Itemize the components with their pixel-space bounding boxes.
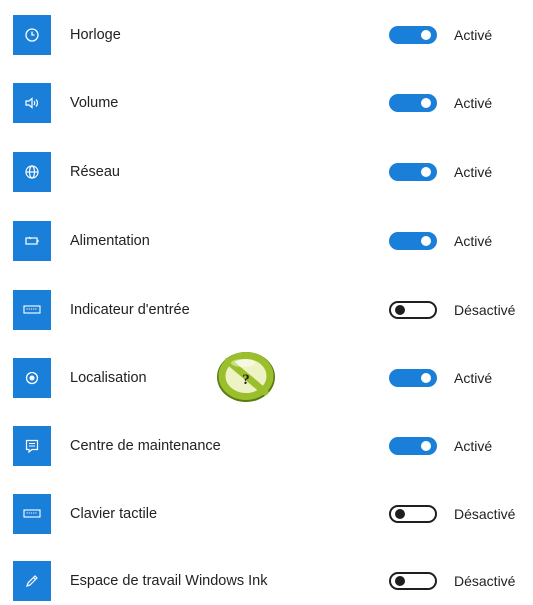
toggle-switch[interactable] <box>389 94 437 112</box>
setting-label: Alimentation <box>70 233 150 249</box>
toggle-state-text: Désactivé <box>454 506 516 522</box>
speaker-icon <box>13 83 51 123</box>
toggle-knob <box>395 576 405 586</box>
toggle-state-text: Activé <box>454 438 493 454</box>
setting-label: Réseau <box>70 164 120 180</box>
toggle-knob <box>395 305 405 315</box>
setting-label: Volume <box>70 95 119 111</box>
toggle-switch[interactable] <box>389 301 437 319</box>
toggle-knob <box>421 373 431 383</box>
no-entry-icon: ? <box>213 346 279 406</box>
toggle-knob <box>421 236 431 246</box>
pen-icon <box>13 561 51 601</box>
toggle-switch[interactable] <box>389 505 437 523</box>
setting-label: Horloge <box>70 27 121 43</box>
setting-label: Indicateur d'entrée <box>70 302 190 318</box>
setting-label: Centre de maintenance <box>70 438 221 454</box>
toggle-knob <box>421 30 431 40</box>
toggle-state-text: Désactivé <box>454 573 516 589</box>
setting-row-horloge: Horloge Activé <box>0 15 533 59</box>
keyboard-icon <box>13 494 51 534</box>
toggle-knob <box>395 509 405 519</box>
globe-icon <box>13 152 51 192</box>
setting-row-clavier-tactile: Clavier tactile Désactivé <box>0 494 533 538</box>
toggle-switch[interactable] <box>389 26 437 44</box>
setting-row-alimentation: Alimentation Activé <box>0 221 533 265</box>
toggle-knob <box>421 441 431 451</box>
setting-row-volume: Volume Activé <box>0 83 533 127</box>
setting-row-reseau: Réseau Activé <box>0 152 533 196</box>
toggle-switch[interactable] <box>389 163 437 181</box>
action-center-icon <box>13 426 51 466</box>
setting-row-centre-maintenance: Centre de maintenance Activé <box>0 426 533 470</box>
toggle-state-text: Activé <box>454 27 493 43</box>
toggle-state-text: Désactivé <box>454 302 516 318</box>
toggle-state-text: Activé <box>454 233 493 249</box>
toggle-switch[interactable] <box>389 572 437 590</box>
badge-text: ? <box>242 372 250 388</box>
battery-icon <box>13 221 51 261</box>
toggle-switch[interactable] <box>389 437 437 455</box>
toggle-state-text: Activé <box>454 95 493 111</box>
location-icon <box>13 358 51 398</box>
toggle-knob <box>421 167 431 177</box>
toggle-state-text: Activé <box>454 164 493 180</box>
setting-label: Localisation <box>70 370 147 386</box>
setting-row-windows-ink: Espace de travail Windows Ink Désactivé <box>0 561 533 605</box>
setting-label: Clavier tactile <box>70 506 158 522</box>
toggle-switch[interactable] <box>389 232 437 250</box>
toggle-knob <box>421 98 431 108</box>
toggle-state-text: Activé <box>454 370 493 386</box>
keyboard-icon <box>13 290 51 330</box>
setting-label: Espace de travail Windows Ink <box>70 573 268 589</box>
setting-row-indicateur-entree: Indicateur d'entrée Désactivé <box>0 290 533 334</box>
clock-icon <box>13 15 51 55</box>
toggle-switch[interactable] <box>389 369 437 387</box>
